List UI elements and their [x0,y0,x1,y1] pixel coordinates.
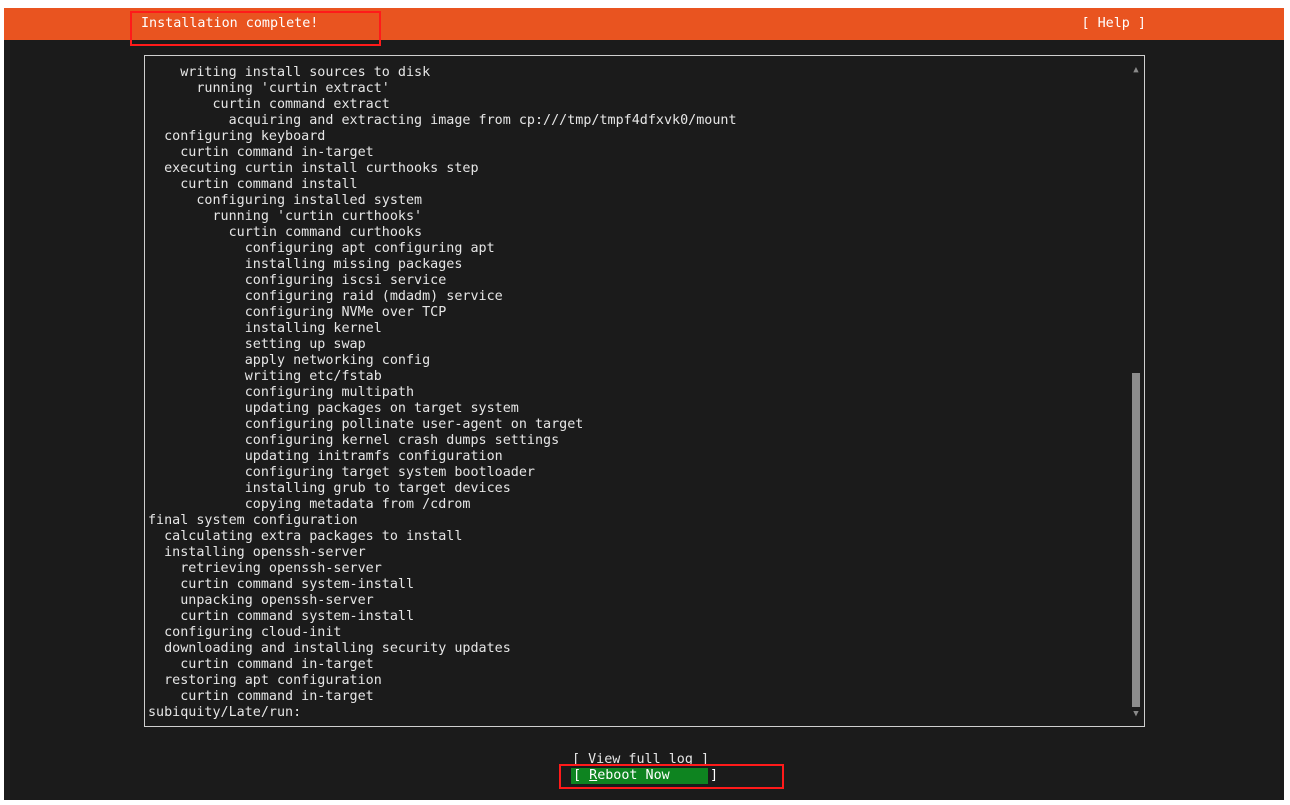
log-line: updating initramfs configuration [148,449,503,464]
log-line: configuring keyboard [148,129,326,144]
installer-screen: Installation complete! [ Help ] writing … [4,8,1284,800]
log-line: curtin command extract [148,97,390,112]
reboot-button-label: eboot Now ] [597,768,719,783]
log-line: restoring apt configuration [148,673,382,688]
log-line: executing curtin install curthooks step [148,161,479,176]
log-line: apply networking config [148,353,431,368]
log-line: copying metadata from /cdrom [148,497,471,512]
log-line: installing openssh-server [148,545,366,560]
log-line: setting up swap [148,337,366,352]
header-bar: Installation complete! [ Help ] [4,8,1284,40]
log-line: running 'curtin extract' [148,81,390,96]
scroll-thumb[interactable] [1132,373,1140,707]
log-line: acquiring and extracting image from cp:/… [148,113,737,128]
log-line: installing kernel [148,321,382,336]
log-line: calculating extra packages to install [148,529,463,544]
help-button[interactable]: [ Help ] [1082,16,1147,32]
log-line: curtin command in-target [148,689,374,704]
log-line: configuring installed system [148,193,423,208]
log-line: unpacking openssh-server [148,593,374,608]
log-line: configuring NVMe over TCP [148,305,447,320]
log-line: subiquity/Late/run: [148,705,302,720]
install-log-list: writing install sources to disk running … [148,65,1128,721]
install-log-panel[interactable]: writing install sources to disk running … [144,55,1145,727]
log-line: configuring kernel crash dumps settings [148,433,560,448]
log-line: configuring raid (mdadm) service [148,289,503,304]
log-line: curtin command curthooks [148,225,423,240]
scroll-down-icon[interactable]: ▼ [1131,709,1141,719]
log-line: writing etc/fstab [148,369,382,384]
page-title: Installation complete! [141,16,319,31]
log-line: configuring target system bootloader [148,465,535,480]
log-line: installing grub to target devices [148,481,511,496]
log-line: running 'curtin curthooks' [148,209,423,224]
log-line: curtin command system-install [148,577,415,592]
log-line: configuring iscsi service [148,273,447,288]
log-line: curtin command in-target [148,657,374,672]
log-line: curtin command system-install [148,609,415,624]
log-line: configuring multipath [148,385,415,400]
log-scrollbar[interactable]: ▲ ▼ [1131,63,1141,719]
log-line: configuring pollinate user-agent on targ… [148,417,584,432]
log-line: retrieving openssh-server [148,561,382,576]
log-line: installing missing packages [148,257,463,272]
log-line: configuring cloud-init [148,625,342,640]
reboot-now-button[interactable]: [ Reboot Now ] [571,768,718,784]
view-full-log-button[interactable]: [ View full log ] [572,752,709,768]
reboot-button-open: [ [573,768,590,783]
log-line: configuring apt configuring apt [148,241,495,256]
log-line: curtin command in-target [148,145,374,160]
log-line: downloading and installing security upda… [148,641,511,656]
log-line: curtin command install [148,177,358,192]
log-line: updating packages on target system [148,401,519,416]
log-line: writing install sources to disk [148,65,431,80]
reboot-hotkey: R [589,768,598,783]
log-line: final system configuration [148,513,358,528]
scroll-track[interactable] [1132,77,1140,707]
scroll-up-icon[interactable]: ▲ [1131,65,1141,75]
